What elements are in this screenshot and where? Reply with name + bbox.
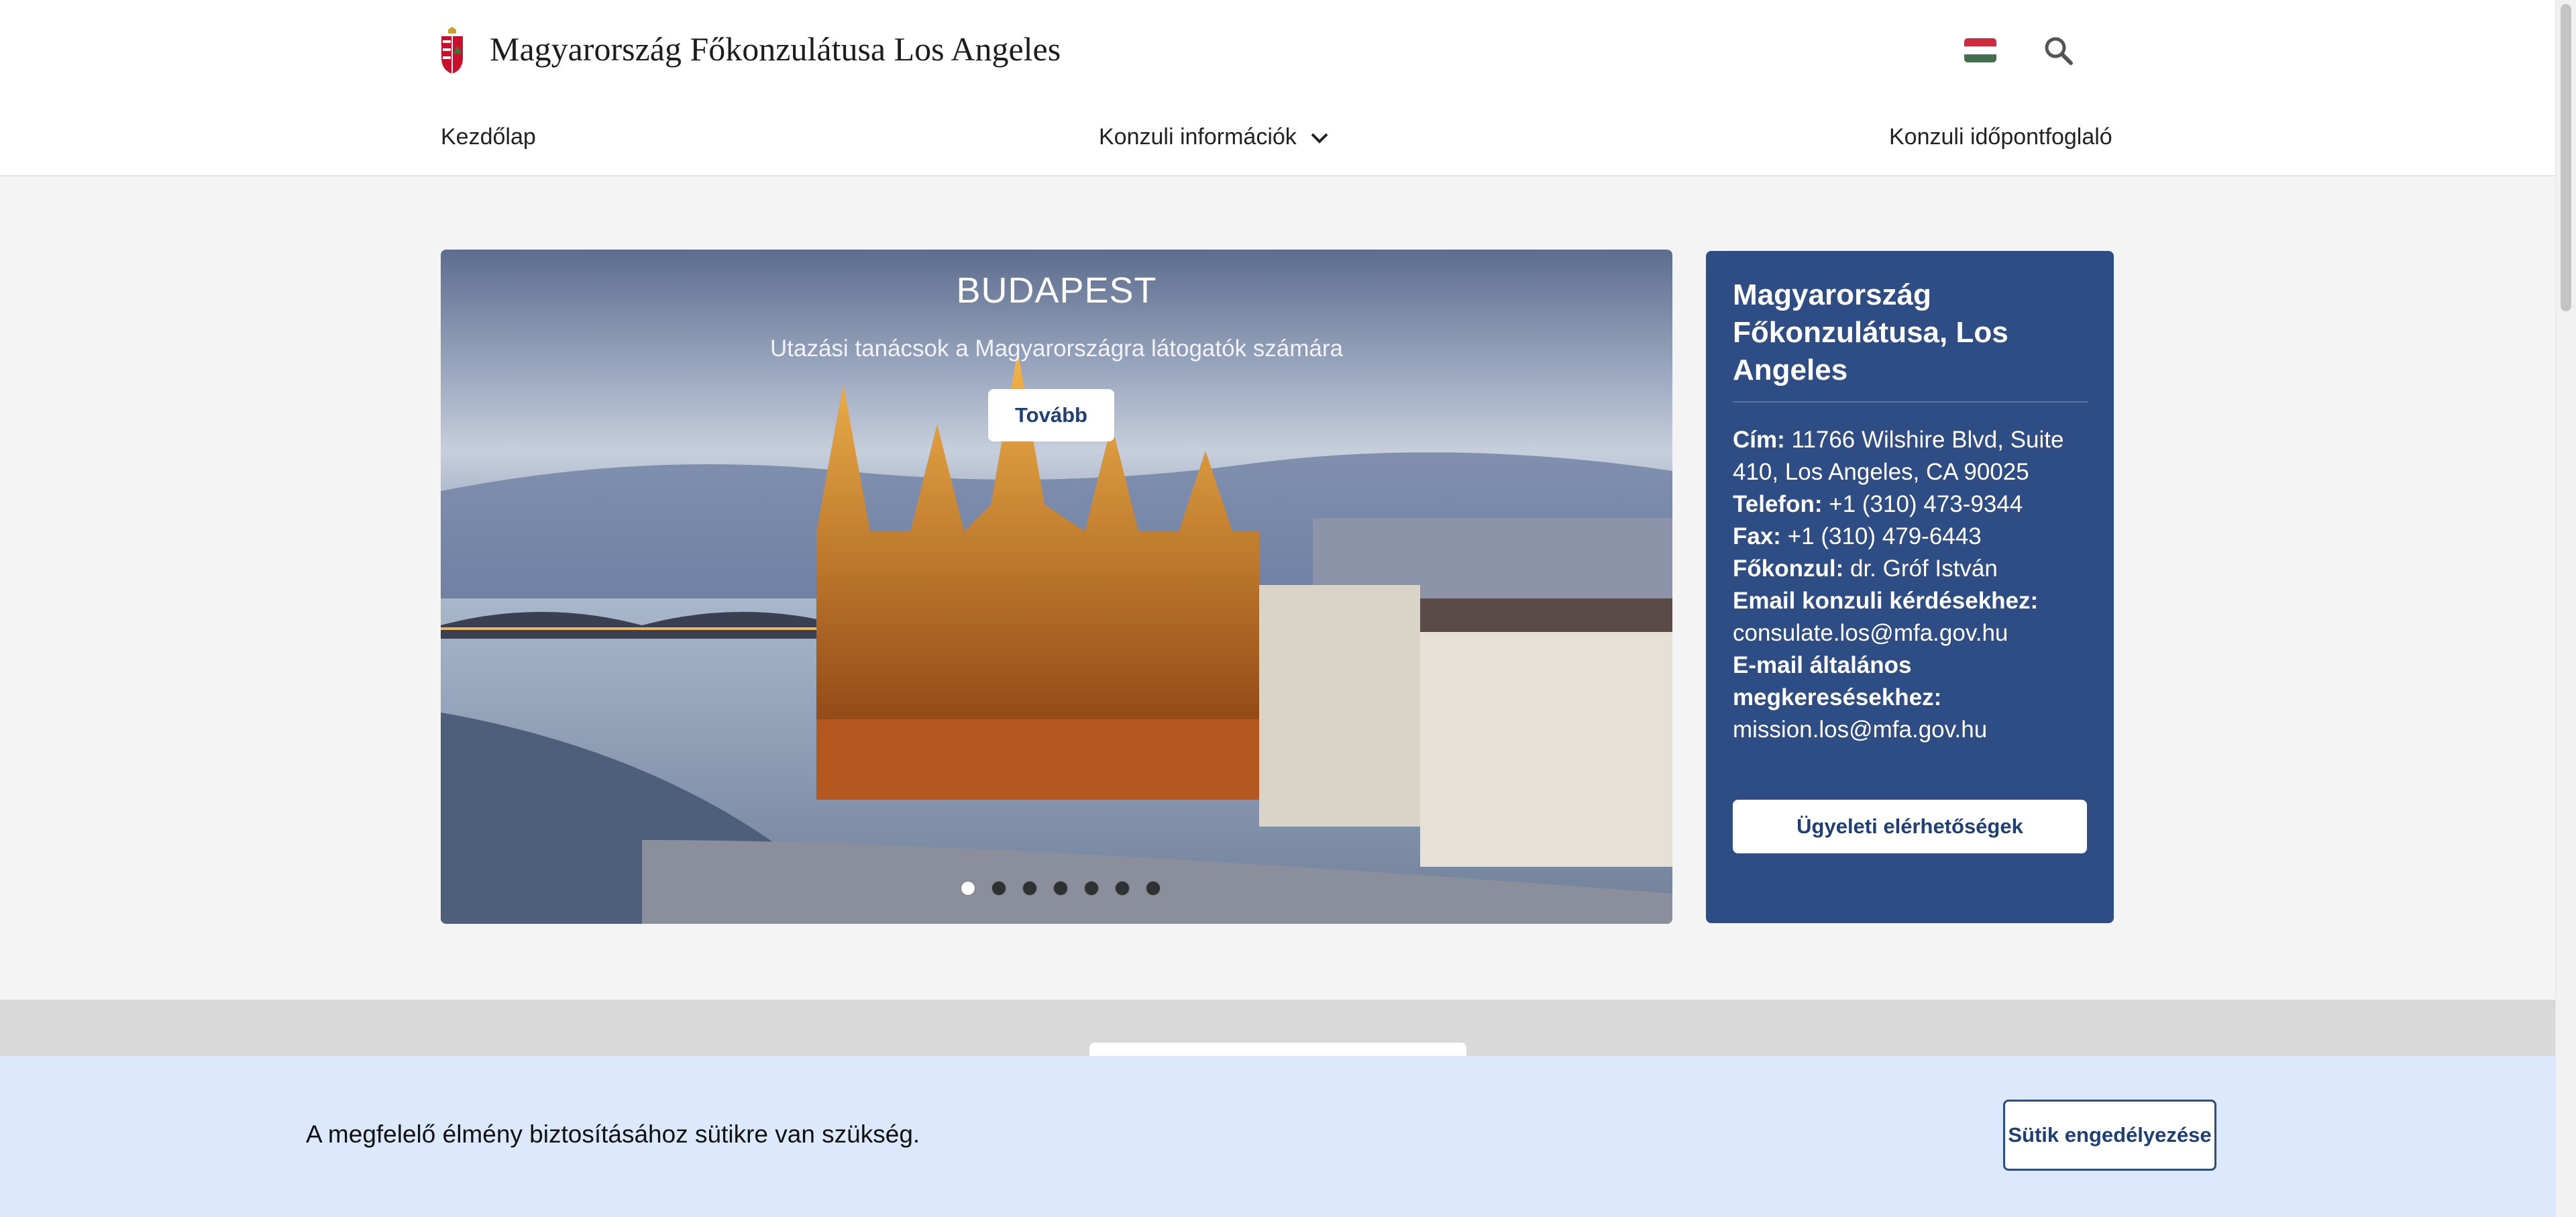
carousel-dot[interactable]: [961, 881, 975, 896]
site-title[interactable]: Magyarország Főkonzulátusa Los Angeles: [490, 30, 1061, 68]
address-label: Cím:: [1733, 427, 1785, 453]
carousel-dot[interactable]: [1115, 881, 1130, 896]
nav-item-label: Konzuli időpontfoglaló: [1889, 124, 2112, 150]
fax-value: +1 (310) 479-6443: [1787, 523, 1982, 549]
phone-label: Telefon:: [1733, 491, 1823, 517]
fax-label: Fax:: [1733, 523, 1781, 549]
nav-item-home[interactable]: Kezdőlap: [441, 124, 536, 150]
carousel-dot[interactable]: [1146, 881, 1161, 896]
general-email-link[interactable]: mission.los@mfa.gov.hu: [1733, 717, 1987, 743]
divider: [1733, 401, 2088, 403]
cookie-banner: A megfelelő élmény biztosításához sütikr…: [0, 1056, 2556, 1217]
nav-item-consular-info[interactable]: Konzuli információk: [1099, 124, 1330, 150]
coat-of-arms-icon[interactable]: [439, 27, 466, 75]
phone-value[interactable]: +1 (310) 473-9344: [1829, 491, 2023, 517]
consular-email-link[interactable]: consulate.los@mfa.gov.hu: [1733, 620, 2008, 646]
site-header: Magyarország Főkonzulátusa Los Angeles K…: [0, 0, 2556, 176]
info-card-body: Cím: 11766 Wilshire Blvd, Suite 410, Los…: [1733, 424, 2095, 746]
accept-cookies-button[interactable]: Sütik engedélyezése: [2003, 1100, 2216, 1171]
search-icon[interactable]: [2043, 35, 2074, 66]
nav-item-label: Konzuli információk: [1099, 124, 1297, 150]
hungarian-flag-icon[interactable]: [1964, 38, 1996, 62]
info-card-title: Magyarország Főkonzulátusa, Los Angeles: [1733, 278, 2008, 386]
nav-item-label: Kezdőlap: [441, 124, 536, 150]
carousel-dot[interactable]: [1022, 881, 1037, 896]
carousel-dot[interactable]: [991, 881, 1006, 896]
cookie-message: A megfelelő élmény biztosításához sütikr…: [306, 1120, 920, 1148]
hero-title: BUDAPEST: [956, 270, 1157, 311]
consul-label: Főkonzul:: [1733, 555, 1844, 582]
consul-value: dr. Gróf István: [1849, 555, 1998, 582]
nav-item-appointment[interactable]: Konzuli időpontfoglaló: [1889, 124, 2112, 150]
consulate-info-card: Magyarország Főkonzulátusa, Los Angeles …: [1706, 251, 2114, 923]
carousel-indicators: [961, 881, 1161, 896]
scrollbar-thumb[interactable]: [2561, 4, 2571, 311]
hero-carousel[interactable]: BUDAPEST Utazási tanácsok a Magyarország…: [441, 250, 1672, 924]
hero-more-button[interactable]: Tovább: [988, 389, 1114, 441]
page-scrollbar[interactable]: [2555, 0, 2576, 1217]
carousel-dot[interactable]: [1053, 881, 1068, 896]
general-email-label: E-mail általános megkeresésekhez:: [1733, 652, 1942, 710]
chevron-down-icon: [1311, 133, 1328, 144]
consular-email-label: Email konzuli kérdésekhez:: [1733, 588, 2039, 614]
emergency-contacts-button[interactable]: Ügyeleti elérhetőségek: [1733, 800, 2087, 853]
hero-subtitle: Utazási tanácsok a Magyarországra látoga…: [769, 335, 1343, 362]
carousel-dot[interactable]: [1084, 881, 1099, 896]
